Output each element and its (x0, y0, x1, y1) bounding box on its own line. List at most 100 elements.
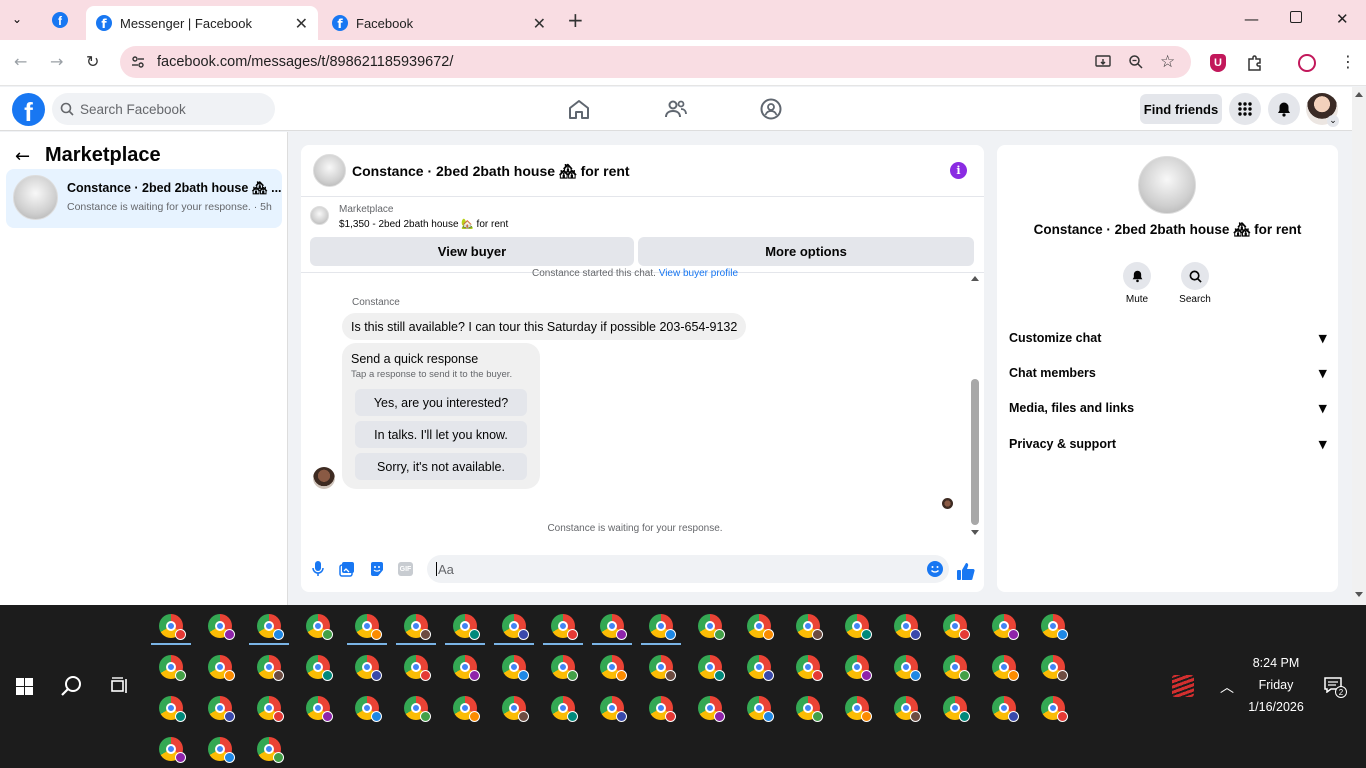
scroll-thumb[interactable] (971, 379, 979, 525)
groups-nav-icon[interactable] (760, 98, 782, 120)
message-input[interactable]: Aa (427, 555, 949, 583)
chrome-profile-icon[interactable] (845, 614, 872, 640)
search-facebook-input[interactable]: Search Facebook (52, 93, 275, 125)
chrome-profile-icon[interactable] (551, 696, 578, 722)
microphone-icon[interactable] (312, 561, 324, 577)
new-tab-icon[interactable]: + (567, 8, 584, 32)
zoom-icon[interactable] (1128, 54, 1144, 70)
page-scroll-down-icon[interactable] (1355, 592, 1363, 597)
chrome-profile-icon[interactable] (453, 655, 480, 681)
chrome-profile-icon[interactable] (894, 655, 921, 681)
scroll-up-arrow-icon[interactable] (971, 276, 979, 281)
chrome-profile-icon[interactable] (747, 614, 774, 640)
chrome-profile-icon[interactable] (600, 614, 627, 640)
chrome-profile-icon[interactable] (698, 696, 725, 722)
chrome-profile-icon[interactable] (747, 696, 774, 722)
chrome-profile-icon[interactable] (1041, 614, 1068, 640)
scroll-down-arrow-icon[interactable] (971, 530, 979, 535)
chrome-profile-icon[interactable] (208, 614, 235, 640)
find-friends-button[interactable]: Find friends (1140, 94, 1222, 124)
chrome-profile-icon[interactable] (649, 655, 676, 681)
start-windows-icon[interactable] (16, 678, 33, 695)
chrome-profile-icon[interactable] (208, 737, 235, 763)
chrome-profile-icon[interactable] (355, 655, 382, 681)
view-buyer-button[interactable]: View buyer (310, 237, 634, 266)
chrome-profile-icon[interactable] (404, 696, 431, 722)
chrome-profile-icon[interactable] (943, 696, 970, 722)
sticker-icon[interactable] (369, 561, 385, 577)
sender-avatar[interactable] (313, 467, 335, 489)
forward-icon[interactable]: → (50, 52, 63, 71)
chat-members-section[interactable]: Chat members ▼ (1009, 361, 1327, 385)
chrome-profile-icon[interactable] (159, 614, 186, 640)
mute-button[interactable]: Mute (1121, 262, 1153, 305)
chrome-profile-icon[interactable] (257, 696, 284, 722)
privacy-support-section[interactable]: Privacy & support ▼ (1009, 432, 1327, 456)
chrome-profile-icon[interactable] (992, 655, 1019, 681)
listing-detail[interactable]: $1,350 - 2bed 2bath house 🏡 for rent (339, 219, 508, 230)
media-files-links-section[interactable]: Media, files and links ▼ (1009, 396, 1327, 420)
chat-avatar[interactable] (313, 154, 346, 187)
chrome-profile-icon[interactable] (453, 696, 480, 722)
site-info-icon[interactable] (130, 54, 146, 70)
restore-icon[interactable] (1290, 11, 1302, 23)
chrome-profile-icon[interactable] (600, 696, 627, 722)
notifications-bell-icon[interactable] (1268, 93, 1300, 125)
thumbs-up-icon[interactable] (957, 563, 975, 580)
chrome-profile-icon[interactable] (943, 614, 970, 640)
chrome-profile-icon[interactable] (894, 614, 921, 640)
chrome-profile-icon[interactable] (992, 696, 1019, 722)
chrome-profile-icon[interactable] (943, 655, 970, 681)
quick-reply-button[interactable]: In talks. I'll let you know. (355, 421, 527, 448)
chrome-menu-icon[interactable]: ⋮ (1340, 52, 1356, 71)
chrome-profile-icon[interactable] (306, 614, 333, 640)
system-clock[interactable]: 8:24 PM Friday 1/16/2026 (1240, 652, 1312, 718)
chrome-profile-icon[interactable] (747, 655, 774, 681)
facebook-logo[interactable]: f (12, 93, 45, 126)
install-app-icon[interactable] (1095, 54, 1111, 70)
chrome-profile-icon[interactable] (796, 614, 823, 640)
minimize-icon[interactable]: — (1244, 10, 1259, 28)
tray-app-icon[interactable] (1172, 675, 1194, 697)
chrome-profile-icon[interactable] (1041, 696, 1068, 722)
chrome-profile-icon[interactable] (453, 614, 480, 640)
tab-list-chevron-icon[interactable]: ⌄ (12, 12, 22, 26)
chrome-profile-icon[interactable] (355, 696, 382, 722)
chrome-profile-icon[interactable] (208, 696, 235, 722)
search-in-chat-button[interactable]: Search (1177, 262, 1213, 305)
chrome-profile-icon[interactable] (159, 655, 186, 681)
friends-nav-icon[interactable] (665, 99, 687, 119)
chrome-profile-icon[interactable] (257, 655, 284, 681)
extension-u-icon[interactable]: U (1210, 54, 1226, 72)
extensions-puzzle-icon[interactable] (1246, 54, 1264, 72)
chrome-profile-icon[interactable] (208, 655, 235, 681)
back-arrow-icon[interactable]: ← (15, 146, 30, 167)
chrome-profile-icon[interactable] (698, 614, 725, 640)
show-hidden-icons-chevron-icon[interactable]: ︿ (1220, 677, 1234, 697)
chrome-profile-icon[interactable] (796, 655, 823, 681)
thread-scrollbar[interactable] (971, 274, 979, 535)
chrome-profile-icon[interactable] (845, 655, 872, 681)
chrome-profile-icon[interactable] (257, 737, 284, 763)
chrome-profile-icon[interactable] (355, 614, 382, 640)
chrome-profile-icon[interactable] (306, 655, 333, 681)
more-options-button[interactable]: More options (638, 237, 974, 266)
chrome-profile-icon[interactable] (404, 655, 431, 681)
chrome-profile-icon[interactable] (992, 614, 1019, 640)
chrome-profile-icon[interactable] (600, 655, 627, 681)
conversation-list-item[interactable]: Constance · 2bed 2bath house 🏘 ... Const… (6, 169, 282, 228)
chrome-profile-icon[interactable] (502, 614, 529, 640)
reload-icon[interactable]: ↻ (86, 52, 99, 71)
page-scroll-up-icon[interactable] (1355, 92, 1363, 97)
chrome-profile-icon[interactable] (159, 696, 186, 722)
chrome-profile-icon[interactable] (649, 696, 676, 722)
chrome-profile-icon[interactable] (502, 696, 529, 722)
emoji-icon[interactable] (927, 561, 943, 577)
address-bar[interactable]: facebook.com/messages/t/898621185939672/… (120, 46, 1191, 78)
view-buyer-profile-link[interactable]: View buyer profile (659, 268, 738, 279)
chrome-profile-icon[interactable] (257, 614, 284, 640)
quick-reply-button[interactable]: Sorry, it's not available. (355, 453, 527, 480)
chrome-profile-icon[interactable] (551, 614, 578, 640)
back-icon[interactable]: ← (14, 52, 27, 71)
chrome-profile-icon[interactable] (159, 737, 186, 763)
